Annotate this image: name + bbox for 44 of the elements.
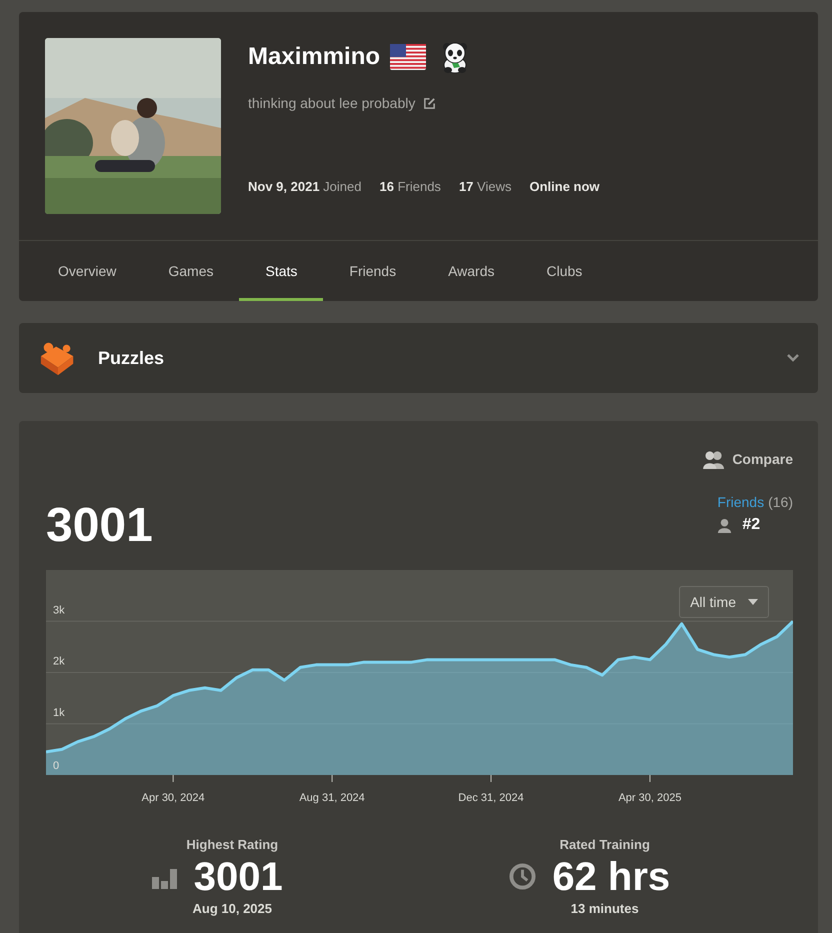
section-title: Puzzles — [98, 346, 164, 370]
views-count: 17 Views — [458, 178, 512, 196]
stat-label: Rated Training — [560, 836, 650, 854]
status-text: thinking about lee probably — [248, 94, 416, 113]
username: Maximmino — [248, 42, 380, 72]
joined-date: Nov 9, 2021 Joined — [248, 178, 362, 196]
profile-tab[interactable]: Clubs — [520, 241, 608, 301]
profile-tab[interactable]: Overview — [32, 241, 142, 301]
stat-subtext: 13 minutes — [570, 900, 639, 918]
friends-count: (16) — [768, 493, 793, 512]
edit-icon[interactable] — [423, 97, 436, 110]
x-tick-label: Apr 30, 2025 — [618, 792, 682, 804]
period-dropdown[interactable]: All time — [679, 586, 769, 618]
y-tick-label: 0 — [53, 760, 60, 772]
stat-date: Aug 10, 2025 — [192, 900, 272, 918]
x-tick-mark — [490, 774, 492, 782]
x-tick-mark — [649, 774, 650, 782]
rating-value: 3001 — [46, 498, 153, 554]
y-tick-label: 2k — [53, 656, 65, 668]
user-icon — [717, 518, 732, 532]
x-tick-label: Aug 31, 2024 — [299, 792, 365, 804]
profile-tab[interactable]: Stats — [239, 241, 324, 301]
x-tick-mark — [332, 774, 333, 782]
friends-rank: #2 — [742, 515, 760, 535]
stat-value: 3001 — [194, 854, 283, 898]
profile-tab[interactable]: Awards — [422, 241, 521, 301]
x-tick-label: Apr 30, 2024 — [142, 792, 205, 804]
online-status: Online now — [529, 178, 600, 196]
stat-label: Highest Rating — [186, 836, 278, 854]
profile-tab[interactable]: Friends — [323, 241, 422, 301]
x-tick-mark — [172, 774, 174, 782]
friends-count: 16 Friends — [379, 178, 441, 196]
profile-tab[interactable]: Games — [142, 241, 240, 301]
clock-icon — [509, 863, 536, 890]
flag-icon — [390, 44, 426, 70]
caret-icon — [748, 599, 758, 605]
friends-link[interactable]: Friends — [717, 492, 764, 513]
chevron-down-icon[interactable] — [786, 353, 800, 363]
y-tick-label: 3k — [53, 604, 65, 616]
x-tick-label: Dec 31, 2024 — [458, 792, 524, 804]
stat-value: 62 hrs — [552, 854, 670, 898]
y-tick-label: 1k — [53, 706, 65, 719]
puzzles-header[interactable]: Puzzles — [19, 323, 818, 393]
compare-button[interactable]: Compare — [702, 449, 793, 470]
